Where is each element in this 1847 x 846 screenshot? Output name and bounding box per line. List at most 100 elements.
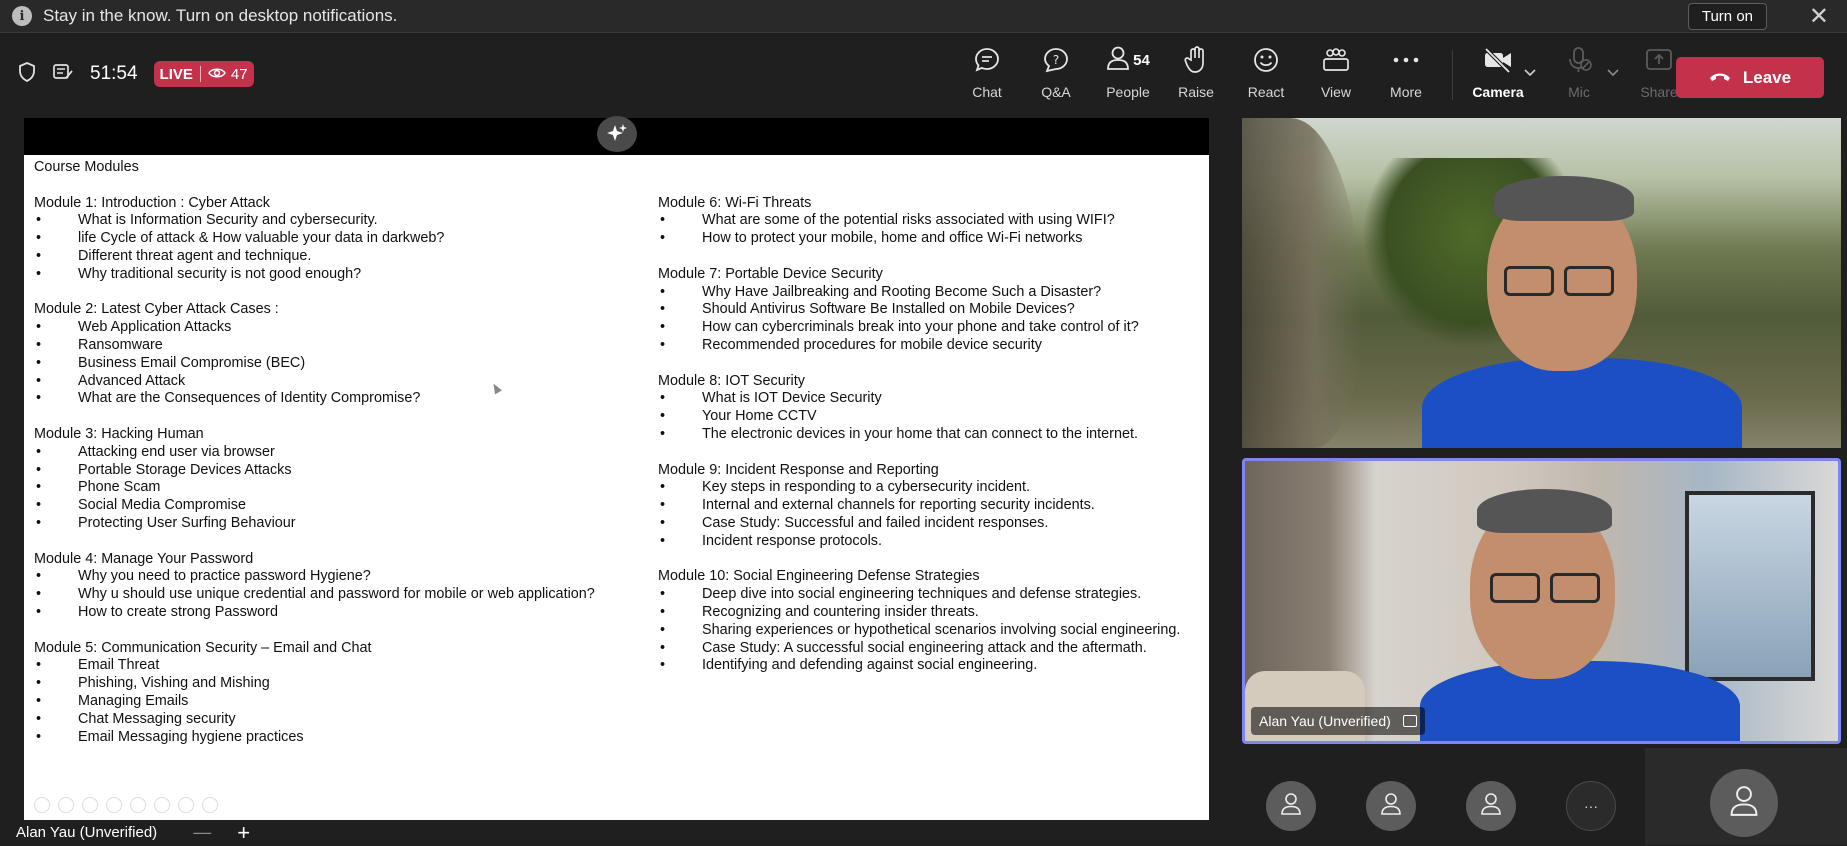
topic-text: Case Study: A successful social engineer…	[702, 639, 1147, 656]
more-icon	[1373, 44, 1439, 76]
bullet: •	[660, 336, 666, 353]
turn-on-notifications-button[interactable]: Turn on	[1687, 3, 1767, 30]
person-icon	[1279, 791, 1303, 822]
module-topic: • Deep dive into social engineering techn…	[658, 586, 1203, 604]
live-badge[interactable]: LIVE 47	[153, 61, 254, 87]
expand-button[interactable]: +	[237, 820, 250, 846]
topic-text: Should Antivirus Software Be Installed o…	[702, 301, 1075, 318]
tool-icon[interactable]	[178, 797, 194, 813]
topic-text: What is Information Security and cyberse…	[78, 212, 378, 229]
video-tile[interactable]	[1242, 118, 1841, 448]
topic-text: Protecting User Surfing Behaviour	[78, 514, 296, 531]
tool-icon[interactable]	[58, 797, 74, 813]
module-topic: • The electronic devices in your home tha…	[658, 426, 1203, 444]
tool-icon[interactable]	[82, 797, 98, 813]
active-video-tile[interactable]: Alan Yau (Unverified)	[1242, 458, 1841, 744]
bullet: •	[36, 461, 42, 478]
chat-button[interactable]: Chat	[954, 44, 1020, 100]
minimize-button[interactable]: —	[193, 822, 211, 843]
participant-avatar[interactable]	[1466, 781, 1516, 831]
module-topic: • Case Study: A successful social enginee…	[658, 640, 1203, 658]
participant-avatar[interactable]	[1366, 781, 1416, 831]
bullet: •	[660, 657, 666, 674]
topic-text: What are some of the potential risks ass…	[702, 212, 1115, 229]
topic-text: Web Application Attacks	[78, 319, 232, 336]
module-topic: • Ransomware	[34, 337, 634, 355]
tool-icon[interactable]	[154, 797, 170, 813]
module-topic: • Social Media Compromise	[34, 497, 634, 515]
view-button[interactable]: View	[1303, 44, 1369, 100]
tool-icon[interactable]	[130, 797, 146, 813]
bullet: •	[36, 319, 42, 336]
bullet: •	[36, 479, 42, 496]
module-topic: • What is IOT Device Security	[658, 390, 1203, 408]
tool-icon[interactable]	[34, 797, 50, 813]
topic-text: Why Have Jailbreaking and Rooting Become…	[702, 283, 1102, 300]
module-topic: • Why Have Jailbreaking and Rooting Becom…	[658, 284, 1203, 302]
bullet: •	[36, 514, 42, 531]
module-title: Module 10: Social Engineering Defense St…	[658, 568, 980, 585]
module-topic: • Incident response protocols.	[658, 533, 1203, 551]
module-title: Module 9: Incident Response and Reportin…	[658, 461, 939, 478]
shield-icon[interactable]	[18, 61, 36, 87]
hand-icon	[1163, 44, 1229, 76]
topic-text: What are the Consequences of Identity Co…	[78, 390, 421, 407]
module-topic: • Web Application Attacks	[34, 319, 634, 337]
people-button[interactable]: 54 People	[1093, 44, 1163, 100]
participant-avatar[interactable]	[1266, 781, 1316, 831]
topic-text: Why you need to practice password Hygien…	[78, 568, 371, 585]
course-module: Module 5: Communication Security – Email…	[34, 640, 634, 747]
more-button[interactable]: More	[1373, 44, 1439, 100]
module-topic: • Advanced Attack	[34, 373, 634, 391]
leave-label: Leave	[1742, 67, 1792, 87]
topic-text: Recommended procedures for mobile device…	[702, 336, 1042, 353]
sparkle-icon[interactable]	[597, 116, 637, 152]
module-topic: • life Cycle of attack & How valuable you…	[34, 230, 634, 248]
topic-text: Social Media Compromise	[78, 497, 246, 514]
mic-options-chevron-icon[interactable]	[1607, 64, 1619, 82]
topic-text: Phishing, Vishing and Mishing	[78, 675, 270, 692]
topic-text: How to create strong Password	[78, 603, 278, 620]
leave-button[interactable]: Leave	[1676, 57, 1824, 98]
module-topic: • Attacking end user via browser	[34, 444, 634, 462]
camera-options-chevron-icon[interactable]	[1524, 64, 1536, 82]
participant-name-tag: Alan Yau (Unverified)	[1251, 707, 1425, 735]
tool-icon[interactable]	[202, 797, 218, 813]
topic-text: Internal and external channels for repor…	[702, 497, 1095, 514]
hang-up-icon	[1709, 68, 1731, 88]
bullet: •	[660, 586, 666, 603]
qa-label: Q&A	[1041, 84, 1071, 100]
notes-icon[interactable]	[52, 62, 74, 87]
slide-tools[interactable]	[34, 797, 218, 813]
notification-bar: i Stay in the know. Turn on desktop noti…	[0, 0, 1847, 33]
topic-text: Key steps in responding to a cybersecuri…	[702, 479, 1030, 496]
bullet: •	[660, 408, 666, 425]
topic-text: Why u should use unique credential and p…	[78, 586, 595, 603]
person-icon	[1479, 791, 1503, 822]
raise-hand-button[interactable]: Raise	[1163, 44, 1229, 100]
module-topic: • Why you need to practice password Hygie…	[34, 568, 634, 586]
topic-text: How to protect your mobile, home and off…	[702, 230, 1083, 247]
qa-button[interactable]: ? Q&A	[1023, 44, 1089, 100]
close-icon[interactable]: ✕	[1809, 3, 1829, 30]
module-topic: • Internal and external channels for repo…	[658, 497, 1203, 515]
react-button[interactable]: React	[1233, 44, 1299, 100]
mic-button[interactable]: Mic	[1546, 44, 1612, 100]
participant-strip: ···	[1242, 748, 1847, 845]
bullet: •	[660, 479, 666, 496]
view-icon	[1303, 44, 1369, 76]
more-participants-button[interactable]: ···	[1566, 781, 1616, 831]
tool-icon[interactable]	[106, 797, 122, 813]
presenter-name: Alan Yau (Unverified)	[16, 824, 158, 841]
module-topic: • Key steps in responding to a cybersecur…	[658, 479, 1203, 497]
self-avatar	[1710, 769, 1778, 837]
topic-text: Identifying and defending against social…	[702, 657, 1038, 674]
topic-text: Managing Emails	[78, 692, 189, 709]
self-view-tile[interactable]	[1645, 748, 1847, 845]
raise-label: Raise	[1178, 84, 1214, 100]
camera-button[interactable]: Camera	[1464, 44, 1532, 100]
people-label: People	[1106, 84, 1150, 100]
topic-text: Chat Messaging security	[78, 710, 236, 727]
participant-video	[1242, 118, 1841, 448]
person-icon	[1379, 791, 1403, 822]
